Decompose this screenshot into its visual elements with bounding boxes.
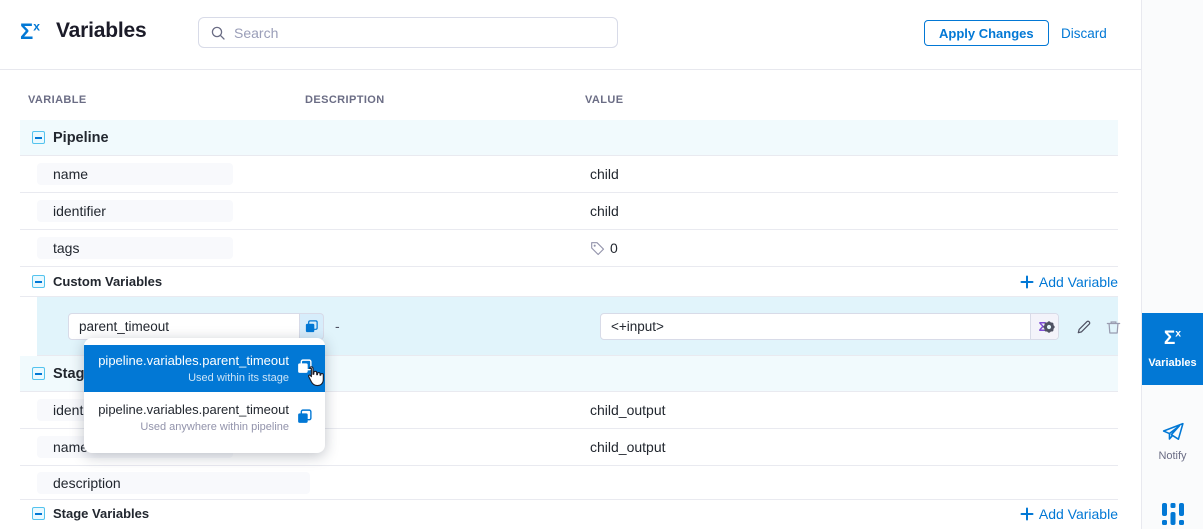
row-label: name <box>37 163 233 185</box>
search-icon <box>210 25 226 41</box>
section-title: Pipeline <box>53 130 109 146</box>
collapse-minus-icon[interactable] <box>32 367 45 380</box>
tag-icon <box>590 241 605 256</box>
plus-icon <box>1020 275 1034 289</box>
sliders-icon <box>1161 503 1185 529</box>
toolbar-item-advanced[interactable] <box>1142 503 1203 529</box>
sigma-variables-icon: Σx <box>1164 329 1181 348</box>
column-header-variable: VARIABLE <box>20 94 285 112</box>
subsection-row-stage-variables: Stage Variables Add Variable <box>20 500 1118 527</box>
row-label: description <box>37 472 310 494</box>
column-header-value: VALUE <box>565 94 1118 112</box>
copy-icon[interactable] <box>296 358 313 380</box>
tags-count: 0 <box>610 240 618 256</box>
copy-variable-button[interactable] <box>300 313 324 340</box>
subsection-title: Custom Variables <box>53 274 162 289</box>
row-value: child <box>565 203 1118 219</box>
copy-icon <box>304 319 319 334</box>
expression-suggestion-dropdown: pipeline.variables.parent_timeout Used w… <box>84 338 325 453</box>
add-variable-button[interactable]: Add Variable <box>1020 506 1118 522</box>
table-row: tags 0 <box>20 230 1118 267</box>
table-header-row: VARIABLE DESCRIPTION VALUE <box>20 70 1118 112</box>
paper-plane-icon <box>1160 420 1186 445</box>
variable-value-input[interactable]: <+input> Σx <box>600 313 1059 340</box>
copy-icon[interactable] <box>296 408 313 430</box>
table-row: description <box>20 466 1118 500</box>
discard-button[interactable]: Discard <box>1061 26 1107 41</box>
section-row-pipeline[interactable]: Pipeline <box>20 120 1118 156</box>
table-row: name child <box>20 156 1118 193</box>
column-header-description: DESCRIPTION <box>285 94 565 112</box>
dropdown-item-stage-scope[interactable]: pipeline.variables.parent_timeout Used w… <box>84 345 325 392</box>
settings-gear-button[interactable] <box>1039 317 1059 337</box>
row-label: identifier <box>37 200 233 222</box>
row-label: tags <box>37 237 233 259</box>
search-box[interactable] <box>198 17 618 48</box>
delete-variable-button[interactable] <box>1103 317 1123 337</box>
panel-header: Σx Variables Apply Changes Discard <box>0 0 1141 70</box>
collapse-minus-icon[interactable] <box>32 507 45 520</box>
toolbar-item-variables[interactable]: Σx Variables <box>1142 313 1203 385</box>
trash-icon <box>1105 319 1122 336</box>
subsection-title: Stage Variables <box>53 506 149 521</box>
add-variable-button[interactable]: Add Variable <box>1020 274 1118 290</box>
pencil-icon <box>1075 319 1092 336</box>
dropdown-item-subtitle: Used within its stage <box>94 372 289 384</box>
table-row: identifier child <box>20 193 1118 230</box>
dropdown-item-pipeline-scope[interactable]: pipeline.variables.parent_timeout Used a… <box>84 392 325 445</box>
variable-value: <+input> <box>601 319 1030 334</box>
dropdown-item-title: pipeline.variables.parent_timeout <box>94 353 289 368</box>
collapse-minus-icon[interactable] <box>32 275 45 288</box>
toolbar-item-label: Variables <box>1148 357 1196 369</box>
collapse-minus-icon[interactable] <box>32 131 45 144</box>
plus-icon <box>1020 507 1034 521</box>
variable-name-input[interactable] <box>68 313 300 340</box>
row-value: child_output <box>565 439 1118 455</box>
search-input[interactable] <box>234 25 617 41</box>
variables-panel: Σx Variables Apply Changes Discard VARIA… <box>0 0 1203 529</box>
subsection-row-custom-variables: Custom Variables Add Variable <box>20 267 1118 297</box>
variable-description: - <box>335 318 340 334</box>
row-value: child <box>565 166 1118 182</box>
toolbar-item-label: Notify <box>1158 450 1186 462</box>
variables-table: VARIABLE DESCRIPTION VALUE Pipeline name… <box>20 70 1118 527</box>
page-title: Variables <box>56 19 146 43</box>
sigma-variables-icon: Σx <box>20 19 40 45</box>
dropdown-item-title: pipeline.variables.parent_timeout <box>94 402 289 417</box>
dropdown-item-subtitle: Used anywhere within pipeline <box>94 421 289 433</box>
gear-icon <box>1040 318 1058 336</box>
row-value: 0 <box>565 240 1118 256</box>
row-value: child_output <box>565 402 1118 418</box>
apply-changes-button[interactable]: Apply Changes <box>924 20 1049 46</box>
toolbar-item-notify[interactable]: Notify <box>1142 420 1203 462</box>
edit-variable-button[interactable] <box>1073 317 1093 337</box>
right-toolbar: Σx Variables Notify <box>1141 0 1203 529</box>
main-panel: Σx Variables Apply Changes Discard VARIA… <box>0 0 1141 529</box>
